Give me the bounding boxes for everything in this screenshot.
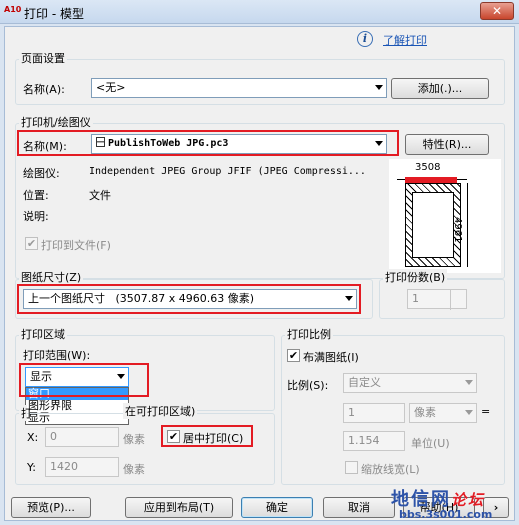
paper-preview: 3508 4961 [389,159,501,273]
copies-label: 打印份数(B) [383,269,448,285]
preview-printable-area [412,192,454,258]
preview-width-value: 3508 [415,162,441,173]
page-setup-name-select[interactable]: <无> [91,78,387,98]
title-bar: A10 打印 - 模型 ✕ [0,0,519,24]
offset-x-label: X: [27,431,39,444]
plot-offset-label-start: 打 [19,405,32,421]
plot-area-label: 打印区域 [19,326,67,342]
offset-y-label: Y: [27,461,36,474]
highlight-box-printer-name [17,130,399,156]
plot-offset-label: 在可打印区域) [123,403,198,419]
ok-button[interactable]: 确定 [241,497,313,518]
equals-sign: = [481,405,491,418]
highlight-box-center-plot [161,425,253,447]
watermark-title-text: 地信网 [391,489,451,510]
scale-value1-input[interactable]: 1 [343,403,405,423]
preview-height-value: 4961 [452,217,463,243]
apply-to-layout-button[interactable]: 应用到布局(T) [125,497,233,518]
scale-unit1-select[interactable]: 像素 [409,403,477,423]
chevron-down-icon [375,85,383,90]
scale-label: 比例(S): [287,379,329,392]
plotter-value: Independent JPEG Group JFIF (JPEG Compre… [89,166,366,177]
page-setup-name-label: 名称(A): [23,83,65,96]
paper-size-label: 图纸尺寸(Z) [19,269,84,285]
description-label: 说明: [23,210,49,223]
preview-height-dimension-line [467,183,468,267]
window-title: 打印 - 模型 [24,7,84,21]
scale-value2-input[interactable]: 1.154 [343,431,405,451]
location-label: 位置: [23,189,49,202]
offset-x-input[interactable]: 0 [45,427,119,447]
scale-value: 自定义 [348,376,381,389]
scale-lineweights-label: 缩放线宽(L) [361,463,420,476]
printer-label: 打印机/绘图仪 [19,114,93,130]
fit-to-paper-checkbox[interactable]: ✔ [287,349,300,362]
dialog-body: i 了解打印 页面设置 名称(A): <无> 添加(.)... 打印机/绘图仪 … [4,26,515,521]
copies-value: 1 [412,292,419,305]
add-page-setup-button[interactable]: 添加(.)... [391,78,489,99]
print-to-file-checkbox[interactable]: ✔ [25,237,38,250]
spinner-arrows-icon[interactable] [450,290,466,310]
scale-unit1-value: 像素 [414,406,436,419]
close-button[interactable]: ✕ [480,2,514,20]
scale-lineweights-checkbox[interactable] [345,461,358,474]
copies-spinner[interactable]: 1 [407,289,467,310]
chevron-down-icon [465,380,473,385]
scale-unit2-label: 单位(U) [411,437,450,450]
plotter-label: 绘图仪: [23,167,60,180]
printer-properties-button[interactable]: 特性(R)... [405,134,489,155]
offset-y-input[interactable]: 1420 [45,457,119,477]
watermark-url: bbs.3s001.com [399,508,493,521]
fit-to-paper-label: 布满图纸(I) [303,351,359,364]
chevron-down-icon [465,410,473,415]
learn-about-plotting-link[interactable]: 了解打印 [383,32,427,48]
page-setup-label: 页面设置 [19,50,67,66]
autocad-app-icon: A10 [4,5,22,14]
page-setup-name-value: <无> [96,81,126,94]
highlight-box-paper-size [17,284,361,314]
offset-y-unit: 像素 [123,463,145,476]
offset-x-unit: 像素 [123,433,145,446]
cancel-button[interactable]: 取消 [323,497,395,518]
print-to-file-label: 打印到文件(F) [41,239,111,252]
chevron-right-icon: › [493,501,499,514]
preview-button[interactable]: 预览(P)... [11,497,91,518]
scale-select[interactable]: 自定义 [343,373,477,393]
watermark-subtitle: 论坛 [451,491,486,509]
location-value: 文件 [89,189,111,202]
info-icon: i [357,31,373,47]
what-to-plot-label: 打印范围(W): [23,349,91,362]
plot-scale-label: 打印比例 [285,326,333,342]
highlight-box-plot-area [19,363,149,397]
